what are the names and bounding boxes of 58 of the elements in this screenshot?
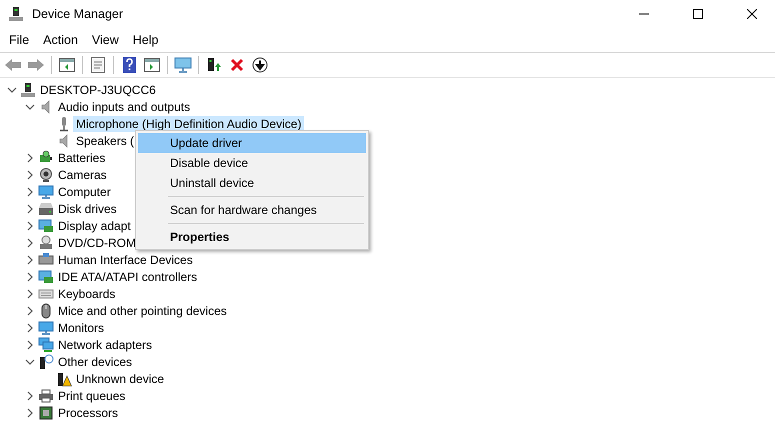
tree-item[interactable]: Microphone (High Definition Audio Device) xyxy=(73,116,304,132)
input-device-icon xyxy=(38,252,54,268)
warning-device-icon xyxy=(56,370,72,386)
disc-drive-icon xyxy=(38,234,54,250)
menu-item[interactable]: Help xyxy=(126,33,166,47)
menu-item[interactable]: View xyxy=(84,33,126,47)
tree-item[interactable]: DESKTOP-J3UQCC6 xyxy=(37,82,159,98)
context-menu-item[interactable]: Properties xyxy=(138,227,366,247)
context-menu-item[interactable]: Disable device xyxy=(138,153,366,173)
tree-item[interactable]: IDE ATA/ATAPI controllers xyxy=(55,268,200,284)
delete-icon xyxy=(230,58,244,72)
webcam-icon xyxy=(38,166,54,182)
context-menu-item[interactable]: Update driver xyxy=(138,133,366,153)
panel-icon xyxy=(59,58,75,72)
processor-icon xyxy=(38,404,54,420)
back-arrow-icon xyxy=(4,58,22,72)
context-menu-item[interactable]: Scan for hardware changes xyxy=(138,200,366,220)
close-icon xyxy=(747,9,757,19)
monitor-search-icon xyxy=(174,57,192,73)
device-update-icon xyxy=(206,57,222,73)
tree-item[interactable]: Batteries xyxy=(55,150,108,166)
tree-item[interactable]: Cameras xyxy=(55,166,110,182)
tree-item[interactable]: Computer xyxy=(55,184,114,200)
menu-item[interactable]: File xyxy=(2,33,36,47)
tree-item[interactable]: Human Interface Devices xyxy=(55,252,196,268)
down-arrow-circle-icon xyxy=(252,57,268,73)
tree-item[interactable]: DVD/CD-ROM xyxy=(55,234,139,250)
tree-item[interactable]: Print queues xyxy=(55,388,128,404)
tree-item[interactable]: Mice and other pointing devices xyxy=(55,302,230,318)
forward-arrow-icon xyxy=(27,58,45,72)
network-icon xyxy=(38,336,54,352)
properties-icon xyxy=(91,57,105,73)
adapter-card-icon xyxy=(38,218,54,234)
menu-item[interactable]: Action xyxy=(36,33,85,47)
computer-icon xyxy=(20,82,36,98)
maximize-icon xyxy=(693,9,703,19)
tree-item[interactable]: Network adapters xyxy=(55,336,156,352)
window-title: Device Manager xyxy=(32,7,124,21)
tree-item[interactable]: Keyboards xyxy=(55,286,118,302)
tree-item[interactable]: Processors xyxy=(55,404,122,420)
tree-item[interactable]: Audio inputs and outputs xyxy=(55,98,194,114)
tree-item[interactable]: Unknown device xyxy=(73,370,168,386)
monitor-icon xyxy=(38,320,54,336)
panel-icon xyxy=(144,58,160,72)
computer-icon xyxy=(8,6,24,22)
printer-icon xyxy=(38,388,54,404)
tree-item[interactable]: Display adapt xyxy=(55,218,134,234)
help-icon xyxy=(122,57,136,73)
monitor-icon xyxy=(38,184,54,200)
tree-item[interactable]: Speakers ( xyxy=(73,132,138,148)
context-menu-item[interactable]: Uninstall device xyxy=(138,173,366,193)
toolbar-button[interactable] xyxy=(250,55,270,75)
unknown-device-icon xyxy=(38,354,54,370)
disk-drive-icon xyxy=(38,200,54,216)
tree-item[interactable]: Other devices xyxy=(55,354,136,370)
tree-item[interactable]: Monitors xyxy=(55,320,108,336)
tree-item[interactable]: Disk drives xyxy=(55,200,120,216)
adapter-card-icon xyxy=(38,268,54,284)
